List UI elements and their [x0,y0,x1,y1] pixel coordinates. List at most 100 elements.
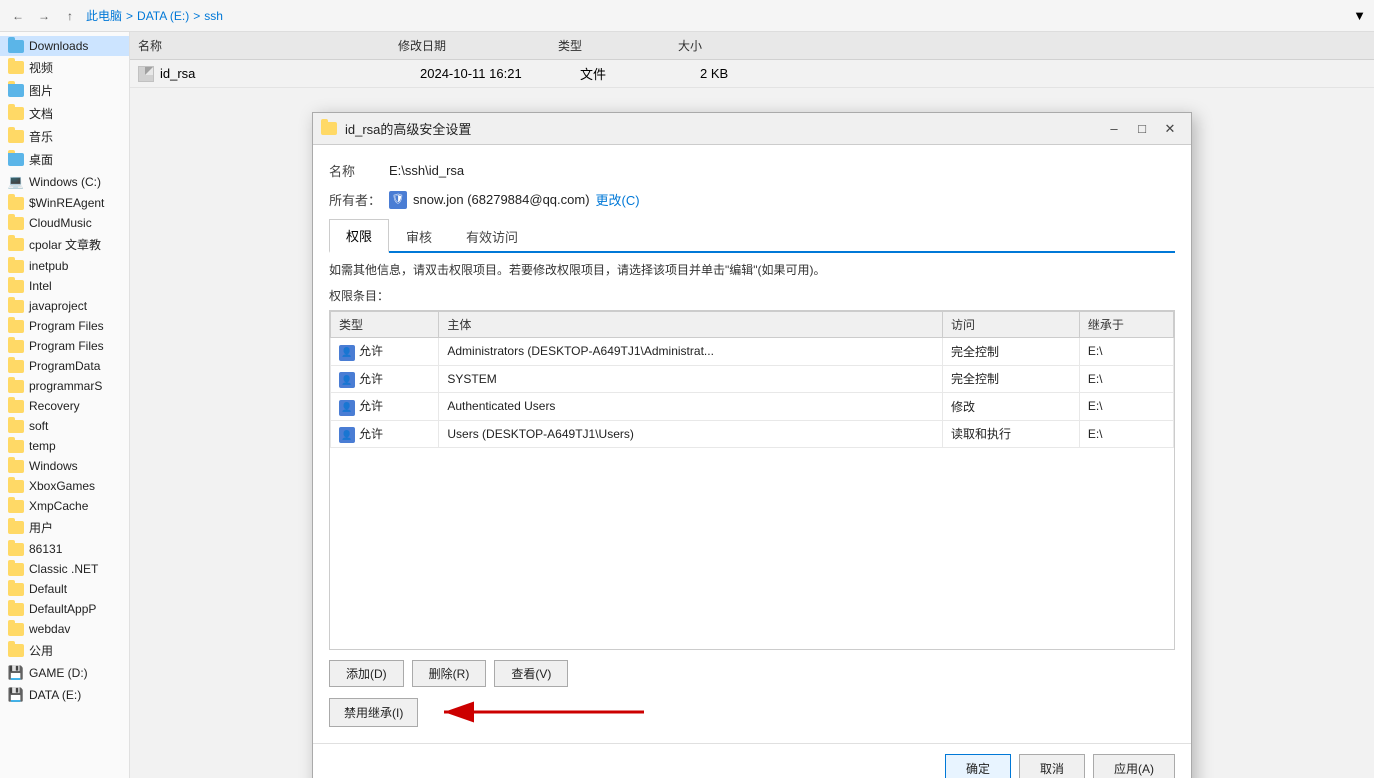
apply-btn[interactable]: 应用(A) [1093,754,1175,778]
cancel-btn[interactable]: 取消 [1019,754,1085,778]
table-row[interactable]: 👤允许 Authenticated Users 修改 E:\ [331,393,1174,421]
dialog-close-btn[interactable]: ✕ [1157,119,1183,139]
ok-btn[interactable]: 确定 [945,754,1011,778]
dialog-title: id_rsa的高级安全设置 [345,119,1101,138]
tab-effective-access[interactable]: 有效访问 [449,219,535,253]
nav-up[interactable]: ↑ [60,6,80,26]
permissions-table: 类型 主体 访问 继承于 👤允许 Administrators (DESKTOP… [330,311,1174,448]
th-inherit: 继承于 [1079,312,1173,338]
sidebar-item-programdata[interactable]: ProgramData [0,356,129,376]
sidebar-item-recovery[interactable]: Recovery [0,396,129,416]
sidebar-item-defaultapp[interactable]: DefaultAppP [0,599,129,619]
sidebar-item-cpolar[interactable]: cpolar 文章教 [0,233,129,256]
sidebar-item-public[interactable]: 公用 [0,639,129,662]
sidebar-item-winreagent[interactable]: $WinREAgent [0,193,129,213]
sidebar-item-programfiles[interactable]: Program Files [0,316,129,336]
sidebar-item-soft[interactable]: soft [0,416,129,436]
sidebar-item-classicnet[interactable]: Classic .NET [0,559,129,579]
sidebar-label-13: Program Files [29,319,104,333]
sidebar-item-javaproject[interactable]: javaproject [0,296,129,316]
sidebar-item-pictures[interactable]: 图片 [0,79,129,102]
change-owner-link[interactable]: 更改(C) [596,190,640,209]
sidebar-item-downloads[interactable]: Downloads [0,36,129,56]
temp-icon [8,440,24,453]
view-dropdown-icon[interactable]: ▼ [1353,8,1366,23]
java-icon [8,300,24,313]
dialog-minimize-btn[interactable]: – [1101,119,1127,139]
intel-icon [8,280,24,293]
sidebar-item-temp[interactable]: temp [0,436,129,456]
table-row[interactable]: 👤允许 SYSTEM 完全控制 E:\ [331,365,1174,393]
cell-subject-3: Users (DESKTOP-A649TJ1\Users) [439,420,943,448]
sidebar-item-webdav[interactable]: webdav [0,619,129,639]
cell-subject-2: Authenticated Users [439,393,943,421]
sidebar-item-windows-c[interactable]: 💻 Windows (C:) [0,171,129,193]
sidebar-item-intel[interactable]: Intel [0,276,129,296]
sidebar-item-programmars[interactable]: programmarS [0,376,129,396]
sidebar-item-users[interactable]: 用户 [0,516,129,539]
xmp-icon [8,500,24,513]
user-icon-0: 👤 [339,345,355,361]
dialog-maximize-btn[interactable]: □ [1129,119,1155,139]
sidebar-item-cloudmusic[interactable]: CloudMusic [0,213,129,233]
sidebar-item-data-e[interactable]: 💾 DATA (E:) [0,684,129,706]
pd-icon [8,360,24,373]
sidebar-item-desktop[interactable]: 桌面 [0,148,129,171]
pictures-icon [8,84,24,97]
sidebar-label-20: Windows [29,459,78,473]
sidebar-item-programfiles2[interactable]: Program Files [0,336,129,356]
docs-icon [8,107,24,120]
sidebar-label-29: 公用 [29,642,53,659]
th-type: 类型 [331,312,439,338]
dialog-body: 名称 E:\ssh\id_rsa 所有者： 🛡 snow.jon (682798… [313,145,1191,743]
sidebar-item-game-d[interactable]: 💾 GAME (D:) [0,662,129,684]
sidebar-item-music[interactable]: 音乐 [0,125,129,148]
sidebar-item-xmpcache[interactable]: XmpCache [0,496,129,516]
sidebar-item-xboxgames[interactable]: XboxGames [0,476,129,496]
sidebar-label-28: webdav [29,622,70,636]
breadcrumb-computer[interactable]: 此电脑 [86,7,122,24]
default-icon [8,583,24,596]
sidebar-item-windows[interactable]: Windows [0,456,129,476]
disable-inherit-row: 禁用继承(I) [329,697,1175,727]
top-right: ▼ [1353,8,1366,23]
nav-forward[interactable]: → [34,6,54,26]
sidebar-item-default[interactable]: Default [0,579,129,599]
sidebar-item-videos[interactable]: 视频 [0,56,129,79]
sidebar-label-5: 桌面 [29,151,53,168]
breadcrumb-drive[interactable]: DATA (E:) [137,9,189,23]
sidebar-label-8: CloudMusic [29,216,92,230]
sidebar-label-31: DATA (E:) [29,688,81,702]
sidebar-label-4: 音乐 [29,128,53,145]
sidebar-label-1: 视频 [29,59,53,76]
sidebar-item-downloads-label: Downloads [29,39,88,53]
sidebar-item-inetpub[interactable]: inetpub [0,256,129,276]
user-icon-1: 👤 [339,372,355,388]
dialog-description: 如需其他信息，请双击权限项目。若要修改权限项目，请选择该项目并单击"编辑"(如果… [329,261,1175,279]
dialog-title-folder-icon [321,122,337,135]
breadcrumb: 此电脑 > DATA (E:) > ssh [86,7,223,24]
cell-inherit-2: E:\ [1079,393,1173,421]
user-icon-3: 👤 [339,427,355,443]
nav-back[interactable]: ← [8,6,28,26]
sidebar-item-86131[interactable]: 86131 [0,539,129,559]
downloads-folder-icon [8,40,24,53]
dialog-titlebar: id_rsa的高级安全设置 – □ ✕ [313,113,1191,145]
tab-audit[interactable]: 审核 [389,219,449,253]
table-row[interactable]: 👤允许 Users (DESKTOP-A649TJ1\Users) 读取和执行 … [331,420,1174,448]
sidebar-label-9: cpolar 文章教 [29,236,101,253]
table-row[interactable]: 👤允许 Administrators (DESKTOP-A649TJ1\Admi… [331,338,1174,366]
bottom-action-buttons: 添加(D) 删除(R) 查看(V) [329,660,1175,687]
disable-inherit-btn[interactable]: 禁用继承(I) [329,698,418,727]
drive-e-icon: 💾 [8,687,24,703]
sidebar-label-14: Program Files [29,339,104,353]
breadcrumb-folder[interactable]: ssh [204,9,223,23]
tab-permissions[interactable]: 权限 [329,219,389,253]
view-btn[interactable]: 查看(V) [494,660,568,687]
delete-btn[interactable]: 删除(R) [412,660,487,687]
sidebar-label-19: temp [29,439,56,453]
sidebar-label-17: Recovery [29,399,80,413]
sidebar-label-7: $WinREAgent [29,196,104,210]
sidebar-item-docs[interactable]: 文档 [0,102,129,125]
add-btn[interactable]: 添加(D) [329,660,404,687]
